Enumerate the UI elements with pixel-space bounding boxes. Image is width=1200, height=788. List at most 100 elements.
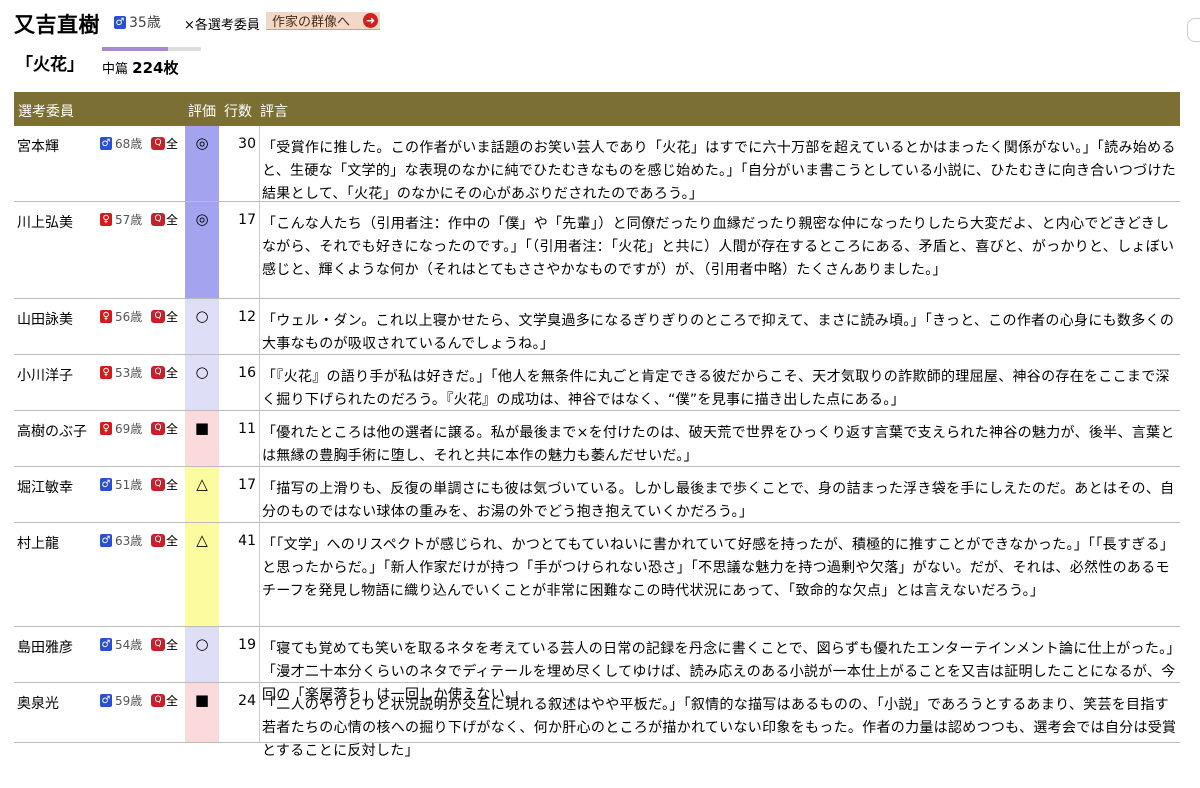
table-row: 堀江敏幸 ♂ 51歳 Q 全 △ 17 「描写の上滑りも、反復の単調さにも彼は気づいている。し… xyxy=(14,467,1180,523)
column-divider xyxy=(259,467,260,522)
age-label: 54歳 xyxy=(115,638,143,652)
header-committee: 選考委員 xyxy=(18,104,74,120)
committee-name[interactable]: 川上弘美 xyxy=(17,212,73,232)
length-bar xyxy=(102,47,201,51)
committee-name[interactable]: 島田雅彦 xyxy=(17,637,73,657)
rating-cell: ○ xyxy=(185,627,219,682)
page-count: 224枚 xyxy=(132,59,179,77)
all-reviews-label: 全 xyxy=(166,213,179,227)
scroll-edge-handle[interactable] xyxy=(1187,18,1200,42)
line-count: 11 xyxy=(238,421,256,437)
age-label: 51歳 xyxy=(115,478,143,492)
table-row: 宮本輝 ♂ 68歳 Q 全 ◎ 30 「受賞作に推した。この作者がいま話題のお笑い芸人であり「… xyxy=(14,126,1180,202)
portrait-link-button[interactable]: 作家の群像へ ➜ xyxy=(266,12,380,30)
age-label: 53歳 xyxy=(115,366,143,380)
header-comment: 評言 xyxy=(260,104,288,120)
all-reviews-link[interactable]: Q全 xyxy=(151,476,178,493)
table-header: 選考委員 評価 行数 評言 xyxy=(14,92,1180,126)
table-row: 小川洋子 ♀ 53歳 Q 全 ○ 16 「『火花』の語り手が私は好きだ。」「他人を無条件に丸ご… xyxy=(14,355,1180,411)
rating-mark: ◎ xyxy=(195,210,209,228)
comment-text: 「「文学」へのリスペクトが感じられ、かつとてもていねいに書かれていて好感を持った… xyxy=(262,537,1175,599)
speech-bubble-icon: Q xyxy=(151,638,165,651)
speech-bubble-icon: Q xyxy=(151,137,165,150)
committee-age: ♂ 51歳 xyxy=(100,476,142,493)
column-divider xyxy=(259,126,260,201)
committee-name[interactable]: 高樹のぶ子 xyxy=(17,421,87,441)
comment-text: 「描写の上滑りも、反復の単調さにも彼は気づいている。しかし最後まで歩くことで、身… xyxy=(262,481,1175,520)
line-count: 16 xyxy=(238,365,256,381)
female-icon: ♀ xyxy=(100,422,112,435)
all-reviews-link[interactable]: Q全 xyxy=(151,135,178,152)
all-reviews-label: 全 xyxy=(166,478,179,492)
comment-text: 「二人のやりとりと状況説明が交互に現れる叙述はやや平板だ。」「叙情的な描写はある… xyxy=(262,697,1177,759)
committee-age: ♂ 54歳 xyxy=(100,636,142,653)
length-label: 中篇 xyxy=(102,62,129,77)
rating-cell: ◎ xyxy=(185,126,219,201)
male-icon: ♂ xyxy=(100,137,112,150)
speech-bubble-icon: Q xyxy=(151,534,165,547)
committee-name[interactable]: 堀江敏幸 xyxy=(17,477,73,497)
all-reviews-link[interactable]: Q全 xyxy=(151,692,178,709)
table-row: 奥泉光 ♂ 59歳 Q 全 ■ 24 「二人のやりとりと状況説明が交互に現れる叙述はやや平板だ… xyxy=(14,683,1180,759)
female-icon: ♀ xyxy=(100,366,112,379)
committee-name[interactable]: 宮本輝 xyxy=(17,136,59,156)
rating-mark: ○ xyxy=(195,363,209,381)
all-reviews-label: 全 xyxy=(166,694,179,708)
table-row: 村上龍 ♂ 63歳 Q 全 △ 41 「「文学」へのリスペクトが感じられ、かつとてもていねいに… xyxy=(14,523,1180,627)
speech-bubble-icon: Q xyxy=(151,694,165,707)
female-icon: ♀ xyxy=(100,310,112,323)
column-divider xyxy=(259,299,260,354)
portrait-link-label: 作家の群像へ xyxy=(272,15,351,30)
line-count: 24 xyxy=(238,693,256,709)
all-reviews-label: 全 xyxy=(166,310,179,324)
header: 又吉直樹 ♂ 35歳 ×各選考委員 作家の群像へ ➜ xyxy=(14,10,1200,42)
author-age-label: 35歳 xyxy=(129,15,161,31)
female-icon: ♀ xyxy=(100,213,112,226)
male-icon: ♂ xyxy=(100,534,112,547)
all-reviews-link[interactable]: Q全 xyxy=(151,532,178,549)
committee-age: ♀ 56歳 xyxy=(100,308,142,325)
table-body: 宮本輝 ♂ 68歳 Q 全 ◎ 30 「受賞作に推した。この作者がいま話題のお笑い芸人であり「… xyxy=(14,126,1180,759)
rating-cell: △ xyxy=(185,467,219,522)
table-row: 島田雅彦 ♂ 54歳 Q 全 ○ 19 「寝ても覚めても笑いを取るネタを考えている芸人の日常の… xyxy=(14,627,1180,703)
comment-text: 「優れたところは他の選者に譲る。私が最後まで×を付けたのは、破天荒で世界をひっく… xyxy=(262,425,1175,464)
table-row: 高樹のぶ子 ♀ 69歳 Q 全 ■ 11 「優れたところは他の選者に譲る。私が最後まで×を付け… xyxy=(14,411,1180,467)
male-icon: ♂ xyxy=(100,694,112,707)
table-row: 川上弘美 ♀ 57歳 Q 全 ◎ 17 「こんな人たち（引用者注：作中の「僕」や「先輩」）と同… xyxy=(14,202,1180,299)
comment-text: 「『火花』の語り手が私は好きだ。」「他人を無条件に丸ごと肯定できる彼だからこそ、… xyxy=(262,369,1170,408)
role-label: ×各選考委員 xyxy=(184,18,260,33)
committee-age: ♂ 59歳 xyxy=(100,692,142,709)
rating-cell: ■ xyxy=(185,683,219,742)
line-count: 19 xyxy=(238,637,256,653)
line-count: 30 xyxy=(238,136,256,152)
length-bar-fill xyxy=(102,47,169,51)
speech-bubble-icon: Q xyxy=(151,478,165,491)
column-divider xyxy=(259,202,260,298)
all-reviews-link[interactable]: Q全 xyxy=(151,211,178,228)
all-reviews-label: 全 xyxy=(166,534,179,548)
line-count: 41 xyxy=(238,533,256,549)
committee-age: ♀ 69歳 xyxy=(100,420,142,437)
comment-text: 「こんな人たち（引用者注：作中の「僕」や「先輩」）と同僚だったり血縁だったり親密… xyxy=(262,216,1175,278)
line-count: 12 xyxy=(238,309,256,325)
committee-name[interactable]: 村上龍 xyxy=(17,533,59,553)
all-reviews-link[interactable]: Q全 xyxy=(151,364,178,381)
age-label: 63歳 xyxy=(115,534,143,548)
header-lines: 行数 xyxy=(224,104,252,120)
author-age: ♂ 35歳 xyxy=(114,12,161,32)
rating-mark: ■ xyxy=(194,419,210,437)
comment-text: 「受賞作に推した。この作者がいま話題のお笑い芸人であり「火花」はすでに六十万部を… xyxy=(262,140,1177,202)
column-divider xyxy=(259,411,260,466)
committee-name[interactable]: 山田詠美 xyxy=(17,309,73,329)
all-reviews-link[interactable]: Q全 xyxy=(151,308,178,325)
committee-name[interactable]: 奥泉光 xyxy=(17,693,59,713)
author-name[interactable]: 又吉直樹 xyxy=(14,9,100,39)
all-reviews-link[interactable]: Q全 xyxy=(151,420,178,437)
speech-bubble-icon: Q xyxy=(151,366,165,379)
speech-bubble-icon: Q xyxy=(151,310,165,323)
committee-age: ♂ 68歳 xyxy=(100,135,142,152)
arrow-right-icon: ➜ xyxy=(363,13,378,28)
committee-age: ♀ 57歳 xyxy=(100,211,142,228)
all-reviews-link[interactable]: Q全 xyxy=(151,636,178,653)
committee-name[interactable]: 小川洋子 xyxy=(17,365,73,385)
